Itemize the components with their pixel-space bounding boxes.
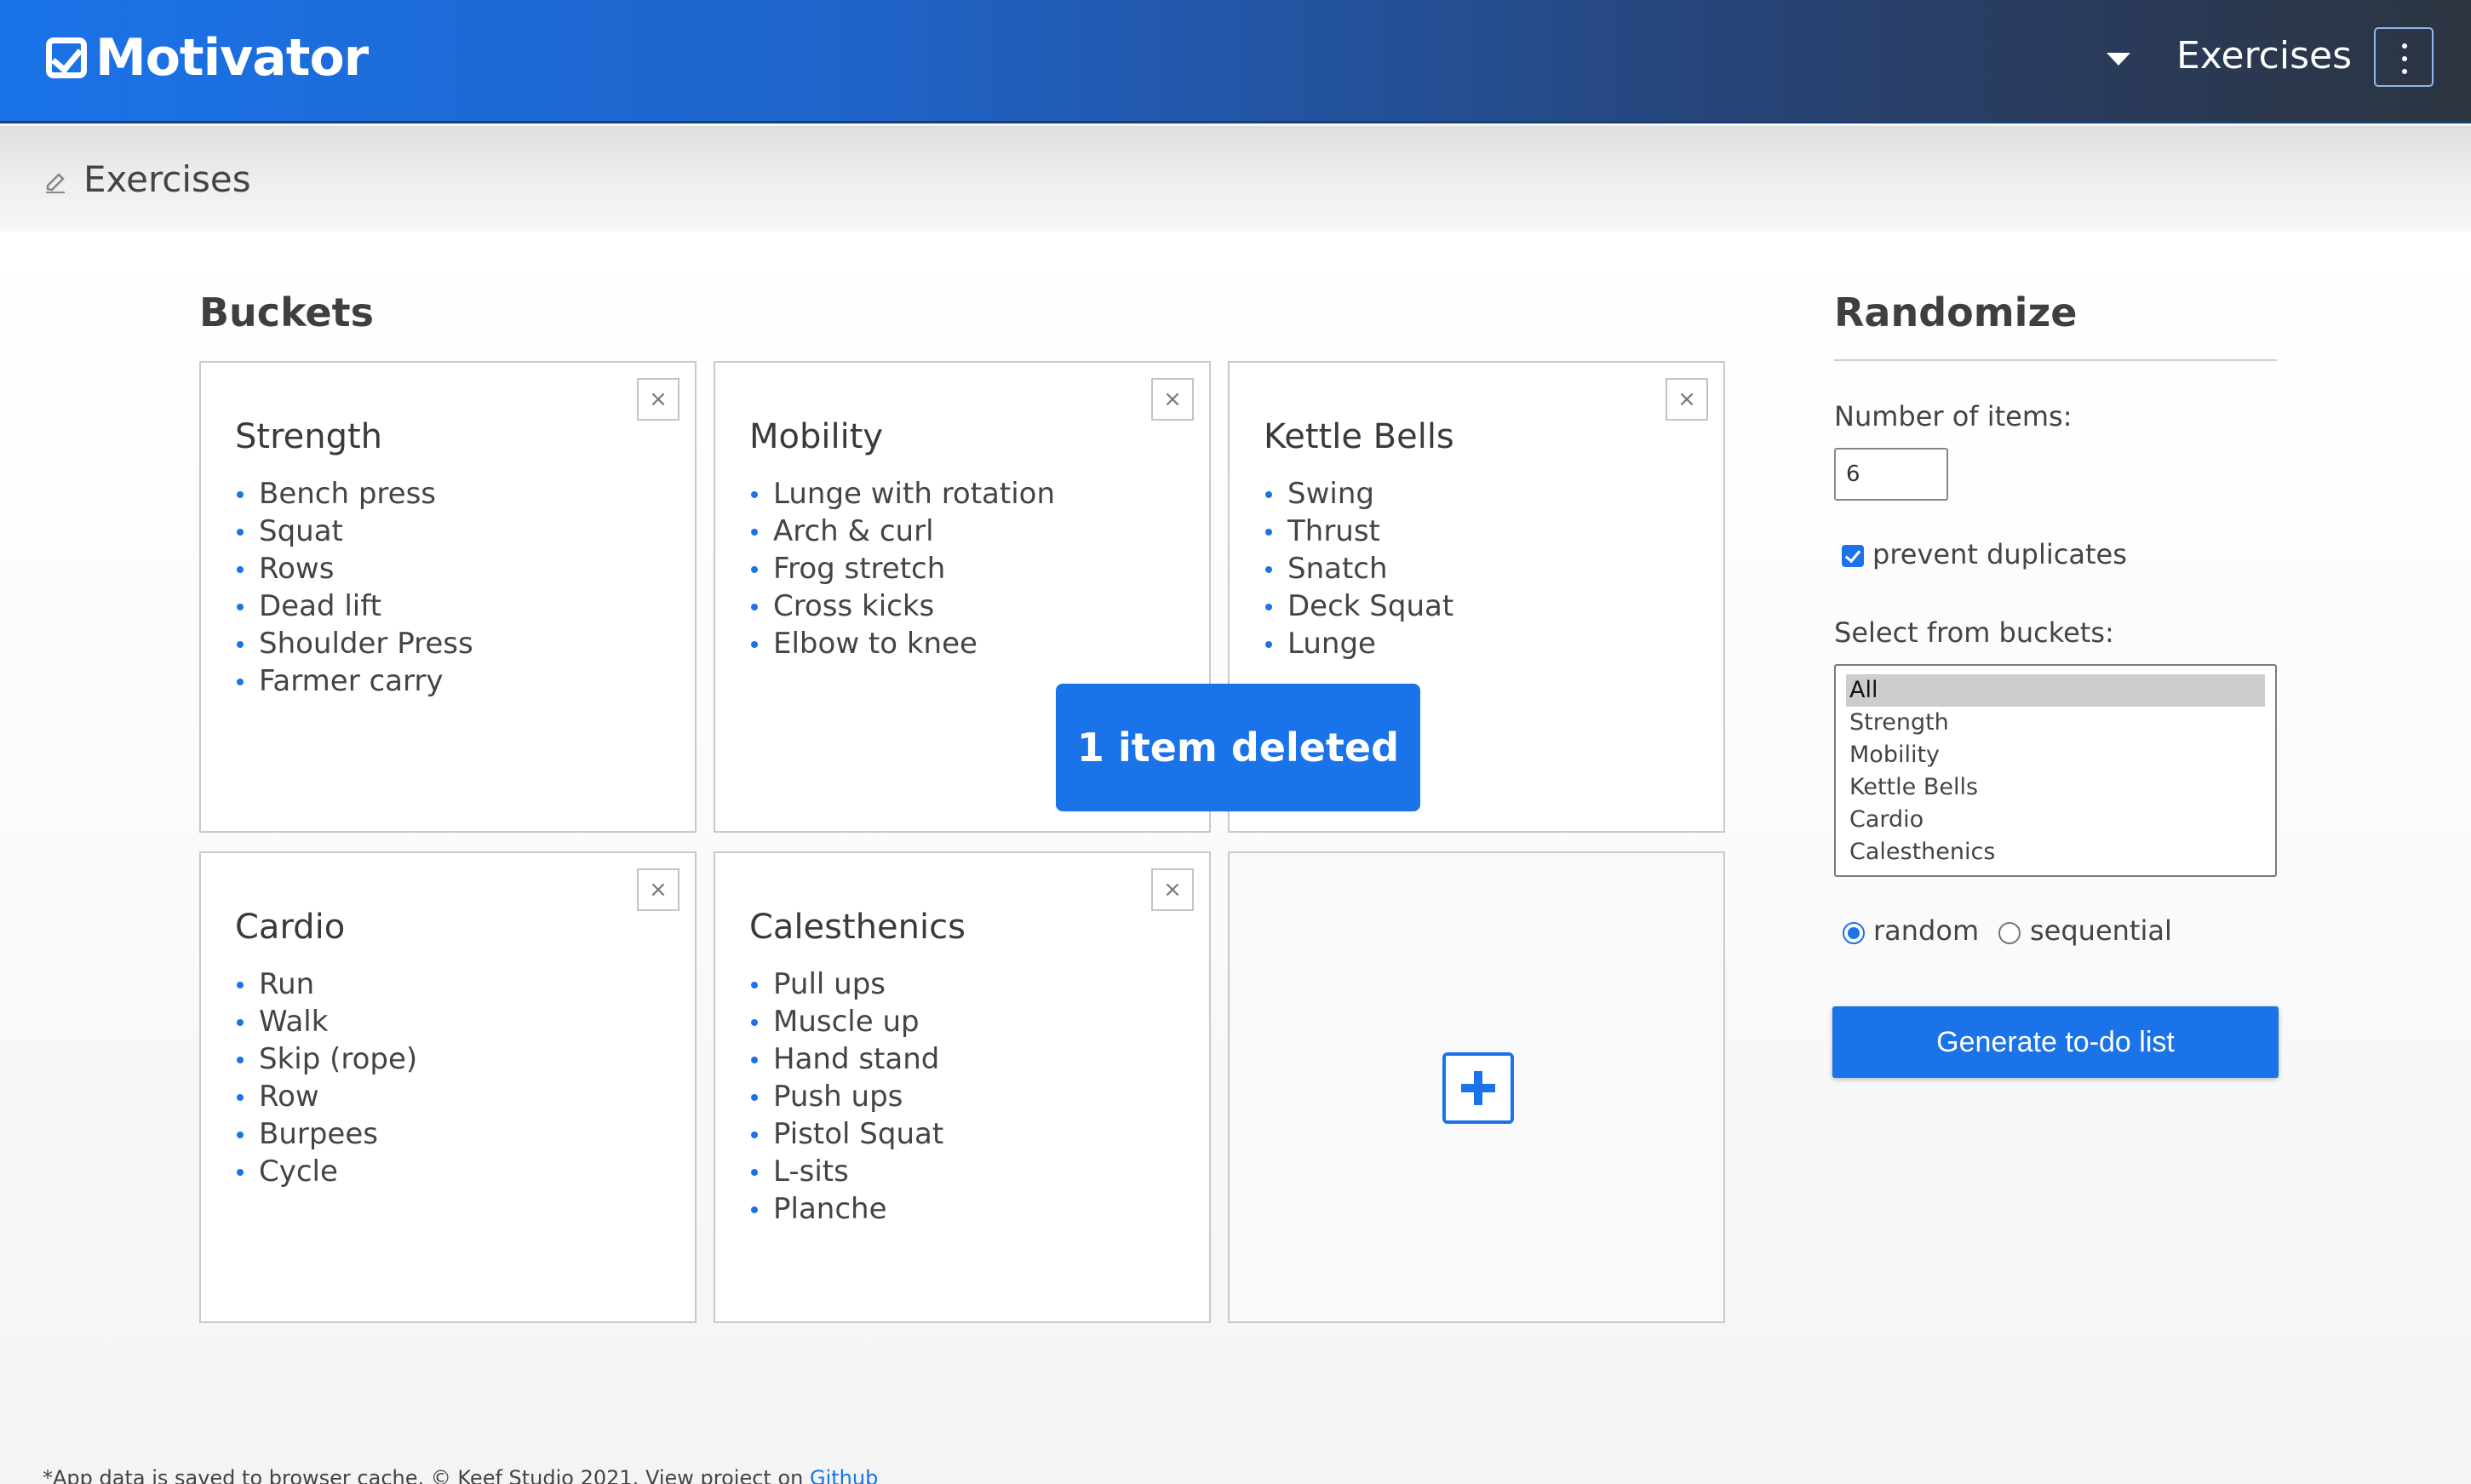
bucket-option[interactable]: Cardio bbox=[1846, 804, 2265, 836]
bucket-title[interactable]: Cardio bbox=[235, 908, 345, 947]
exercise-item[interactable]: Elbow to knee bbox=[749, 625, 1055, 662]
brand-name: Motivator bbox=[95, 28, 369, 88]
more-menu-button[interactable] bbox=[2374, 27, 2434, 87]
breadcrumb: Exercises bbox=[83, 158, 251, 200]
exercise-item[interactable]: Lunge bbox=[1264, 625, 1453, 662]
exercise-item[interactable]: Cross kicks bbox=[749, 587, 1055, 625]
generate-todo-button[interactable]: Generate to-do list bbox=[1832, 1006, 2279, 1078]
bucket-option[interactable]: Kettle Bells bbox=[1846, 771, 2265, 804]
exercise-list: Pull ups Muscle up Hand stand Push ups Pisto… bbox=[749, 965, 943, 1228]
exercise-list: Lunge with rotation Arch & curl Frog stret… bbox=[749, 475, 1055, 662]
footer-text: *App data is saved to browser cache. © K… bbox=[43, 1466, 804, 1484]
divider bbox=[1834, 359, 2277, 361]
close-icon[interactable]: × bbox=[1151, 378, 1194, 421]
add-bucket-card[interactable] bbox=[1228, 851, 1725, 1323]
exercise-item[interactable]: Squat bbox=[235, 513, 473, 550]
exercise-list: Swing Thrust Snatch Deck Squat Lunge bbox=[1264, 475, 1453, 662]
exercise-item[interactable]: Frog stretch bbox=[749, 550, 1055, 587]
exercise-item[interactable]: L-sits bbox=[749, 1153, 943, 1190]
exercise-item[interactable]: Shoulder Press bbox=[235, 625, 473, 662]
exercise-item[interactable]: Pull ups bbox=[749, 965, 943, 1003]
top-navbar: Motivator Exercises bbox=[0, 0, 2471, 123]
chevron-down-icon[interactable] bbox=[2107, 53, 2130, 66]
bucket-title[interactable]: Calesthenics bbox=[749, 908, 966, 947]
breadcrumb-bar bbox=[0, 126, 2471, 232]
number-of-items-input[interactable] bbox=[1834, 448, 1948, 501]
exercise-list: Run Walk Skip (rope) Row Burpees Cycle bbox=[235, 965, 417, 1190]
exercise-item[interactable]: Row bbox=[235, 1078, 417, 1115]
exercise-item[interactable]: Pistol Squat bbox=[749, 1115, 943, 1153]
kebab-dot bbox=[2402, 56, 2407, 61]
exercise-item[interactable]: Bench press bbox=[235, 475, 473, 513]
kebab-dot bbox=[2402, 69, 2407, 74]
exercise-list: Bench press Squat Rows Dead lift Shoulder Pr… bbox=[235, 475, 473, 700]
prevent-duplicates-label[interactable]: prevent duplicates bbox=[1872, 538, 2127, 570]
close-icon[interactable]: × bbox=[1665, 378, 1708, 421]
exercise-item[interactable]: Snatch bbox=[1264, 550, 1453, 587]
app-logo[interactable]: Motivator bbox=[46, 28, 369, 88]
exercise-item[interactable]: Walk bbox=[235, 1003, 417, 1040]
exercise-item[interactable]: Skip (rope) bbox=[235, 1040, 417, 1078]
prevent-duplicates-checkbox[interactable] bbox=[1842, 545, 1864, 567]
close-icon[interactable]: × bbox=[637, 868, 679, 911]
checkbox-logo-icon bbox=[46, 37, 87, 78]
exercise-item[interactable]: Lunge with rotation bbox=[749, 475, 1055, 513]
bucket-card: × Strength Bench press Squat Rows Dead lift Sh… bbox=[199, 361, 697, 833]
exercise-item[interactable]: Cycle bbox=[235, 1153, 417, 1190]
select-buckets-label: Select from buckets: bbox=[1834, 616, 2114, 649]
footer: *App data is saved to browser cache. © K… bbox=[43, 1466, 878, 1484]
exercise-item[interactable]: Burpees bbox=[235, 1115, 417, 1153]
bucket-title[interactable]: Strength bbox=[235, 417, 382, 456]
bucket-option[interactable]: Mobility bbox=[1846, 739, 2265, 771]
exercise-item[interactable]: Swing bbox=[1264, 475, 1453, 513]
toast-notification: 1 item deleted bbox=[1056, 684, 1420, 811]
bucket-card: × Cardio Run Walk Skip (rope) Row Burpees Cycle bbox=[199, 851, 697, 1323]
random-radio[interactable] bbox=[1843, 922, 1865, 944]
exercise-item[interactable]: Arch & curl bbox=[749, 513, 1055, 550]
exercise-item[interactable]: Planche bbox=[749, 1190, 943, 1228]
exercise-item[interactable]: Muscle up bbox=[749, 1003, 943, 1040]
bucket-title[interactable]: Kettle Bells bbox=[1264, 417, 1454, 456]
bucket-option[interactable]: Strength bbox=[1846, 707, 2265, 739]
close-icon[interactable]: × bbox=[637, 378, 679, 421]
nav-dropdown-label[interactable]: Exercises bbox=[2176, 34, 2352, 77]
exercise-item[interactable]: Dead lift bbox=[235, 587, 473, 625]
bucket-select-list[interactable]: All Strength Mobility Kettle Bells Cardio Cal… bbox=[1834, 664, 2277, 877]
exercise-item[interactable]: Run bbox=[235, 965, 417, 1003]
bucket-option[interactable]: All bbox=[1846, 674, 2265, 707]
buckets-heading: Buckets bbox=[199, 289, 375, 335]
exercise-item[interactable]: Thrust bbox=[1264, 513, 1453, 550]
bucket-title[interactable]: Mobility bbox=[749, 417, 883, 456]
github-link[interactable]: Github bbox=[810, 1466, 878, 1484]
pencil-icon bbox=[46, 173, 65, 193]
random-radio-label[interactable]: random bbox=[1873, 914, 1979, 947]
exercise-item[interactable]: Farmer carry bbox=[235, 662, 473, 700]
exercise-item[interactable]: Hand stand bbox=[749, 1040, 943, 1078]
close-icon[interactable]: × bbox=[1151, 868, 1194, 911]
bucket-card: × Calesthenics Pull ups Muscle up Hand stand… bbox=[714, 851, 1211, 1323]
add-bucket-button[interactable] bbox=[1442, 1052, 1514, 1124]
exercise-item[interactable]: Deck Squat bbox=[1264, 587, 1453, 625]
randomize-heading: Randomize bbox=[1834, 289, 2078, 335]
exercise-item[interactable]: Rows bbox=[235, 550, 473, 587]
sequential-radio[interactable] bbox=[1998, 922, 2021, 944]
exercise-item[interactable]: Push ups bbox=[749, 1078, 943, 1115]
number-of-items-label: Number of items: bbox=[1834, 400, 2073, 433]
sequential-radio-label[interactable]: sequential bbox=[2030, 914, 2172, 947]
bucket-option[interactable]: Calesthenics bbox=[1846, 836, 2265, 868]
kebab-menu-icon bbox=[2402, 43, 2407, 49]
